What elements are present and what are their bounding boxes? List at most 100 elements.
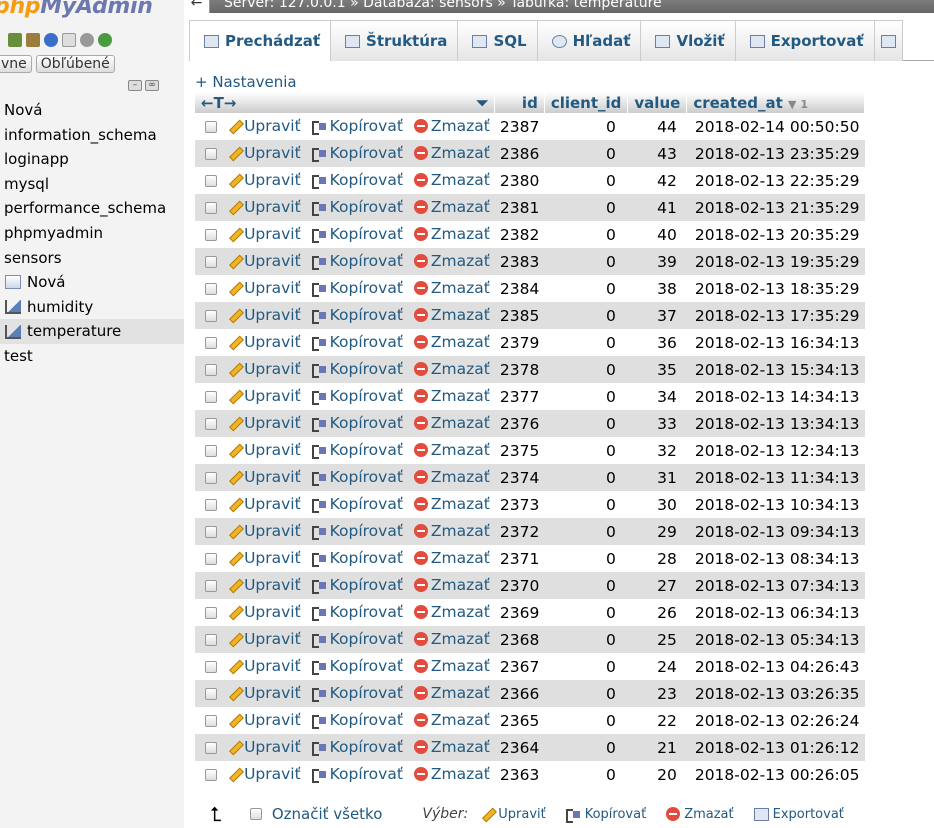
row-checkbox[interactable] [205,256,217,268]
cell-id[interactable]: 2376 [494,410,545,437]
cell-id[interactable]: 2369 [494,599,545,626]
copy-link[interactable]: Kopírovať [311,603,403,621]
cell-value[interactable]: 32 [627,437,687,464]
copy-link[interactable]: Kopírovať [311,441,403,459]
row-checkbox[interactable] [205,418,217,430]
cell-created-at[interactable]: 2018-02-13 10:34:13 [686,491,865,518]
row-checkbox[interactable] [205,283,217,295]
delete-link[interactable]: Zmazať [413,738,490,756]
table-row[interactable]: Upraviť Kopírovať Zmazať 2372 0 29 2018-02-1… [195,518,865,545]
tree-item-phpmyadmin[interactable]: phpmyadmin [0,221,184,246]
tree-item-humidity[interactable]: humidity [0,295,184,320]
check-all-label[interactable]: Označiť všetko [272,805,383,823]
edit-link[interactable]: Upraviť [227,603,301,621]
delete-link[interactable]: Zmazať [413,306,490,324]
cell-id[interactable]: 2366 [494,680,545,707]
row-checkbox[interactable] [205,553,217,565]
cell-client-id[interactable]: 0 [544,113,628,140]
table-row[interactable]: Upraviť Kopírovať Zmazať 2363 0 20 2018-02-1… [195,761,865,788]
cell-value[interactable]: 29 [627,518,687,545]
cell-id[interactable]: 2378 [494,356,545,383]
cell-client-id[interactable]: 0 [544,491,628,518]
edit-link[interactable]: Upraviť [227,333,301,351]
cell-created-at[interactable]: 2018-02-13 11:34:13 [686,464,865,491]
cell-value[interactable]: 37 [627,302,687,329]
cell-id[interactable]: 2382 [494,221,545,248]
edit-link[interactable]: Upraviť [227,630,301,648]
tree-item-information-schema[interactable]: information_schema [0,123,184,148]
cell-client-id[interactable]: 0 [544,707,628,734]
cell-id[interactable]: 2363 [494,761,545,788]
copy-link[interactable]: Kopírovať [311,738,403,756]
favorites-button[interactable]: Obľúbené [35,55,115,73]
edit-link[interactable]: Upraviť [227,252,301,270]
copy-link[interactable]: Kopírovať [311,657,403,675]
table-row[interactable]: Upraviť Kopírovať Zmazať 2376 0 33 2018-02-1… [195,410,865,437]
tree-item-temperature[interactable]: temperature [0,319,184,344]
cell-id[interactable]: 2386 [494,140,545,167]
cell-client-id[interactable]: 0 [544,437,628,464]
delete-link[interactable]: Zmazať [413,495,490,513]
copy-link[interactable]: Kopírovať [311,522,403,540]
delete-link[interactable]: Zmazať [413,198,490,216]
edit-link[interactable]: Upraviť [227,387,301,405]
bulk-export-button[interactable]: Exportovať [753,807,844,822]
cell-client-id[interactable]: 0 [544,167,628,194]
copy-link[interactable]: Kopírovať [311,576,403,594]
cell-value[interactable]: 33 [627,410,687,437]
tree-item-new-table[interactable]: Nová [0,270,184,295]
cell-value[interactable]: 31 [627,464,687,491]
row-checkbox[interactable] [205,526,217,538]
copy-link[interactable]: Kopírovať [311,198,403,216]
edit-link[interactable]: Upraviť [227,171,301,189]
delete-link[interactable]: Zmazať [413,468,490,486]
cell-id[interactable]: 2387 [494,113,545,140]
cell-id[interactable]: 2371 [494,545,545,572]
cell-id[interactable]: 2367 [494,653,545,680]
tab-insert[interactable]: Vložiť [641,20,736,61]
row-checkbox[interactable] [205,310,217,322]
copy-link[interactable]: Kopírovať [311,171,403,189]
column-header-created-at[interactable]: created_at ▼ 1 [686,92,865,113]
edit-link[interactable]: Upraviť [227,549,301,567]
row-checkbox[interactable] [205,472,217,484]
cell-created-at[interactable]: 2018-02-13 19:35:29 [686,248,865,275]
table-row[interactable]: Upraviť Kopírovať Zmazať 2386 0 43 2018-02-1… [195,140,865,167]
cell-id[interactable]: 2372 [494,518,545,545]
settings-link[interactable]: + Nastavenia [195,73,297,91]
delete-link[interactable]: Zmazať [413,522,490,540]
tree-item-mysql[interactable]: mysql [0,172,184,197]
delete-link[interactable]: Zmazať [413,117,490,135]
delete-link[interactable]: Zmazať [413,549,490,567]
tree-item-loginapp[interactable]: loginapp [0,147,184,172]
cell-client-id[interactable]: 0 [544,572,628,599]
delete-link[interactable]: Zmazať [413,657,490,675]
cell-created-at[interactable]: 2018-02-13 03:26:35 [686,680,865,707]
edit-link[interactable]: Upraviť [227,414,301,432]
row-checkbox[interactable] [205,742,217,754]
table-row[interactable]: Upraviť Kopírovať Zmazať 2384 0 38 2018-02-1… [195,275,865,302]
collapse-all-icon[interactable]: – [128,80,142,91]
cell-created-at[interactable]: 2018-02-13 23:35:29 [686,140,865,167]
delete-link[interactable]: Zmazať [413,333,490,351]
column-chooser-icon[interactable]: ⏷ [476,94,488,112]
edit-link[interactable]: Upraviť [227,306,301,324]
edit-link[interactable]: Upraviť [227,657,301,675]
row-checkbox[interactable] [205,661,217,673]
row-checkbox[interactable] [205,202,217,214]
copy-link[interactable]: Kopírovať [311,468,403,486]
column-arrows-icon[interactable]: ←T→ [201,94,236,112]
column-header-client-id[interactable]: client_id [544,92,629,113]
cell-created-at[interactable]: 2018-02-14 00:50:50 [686,113,865,140]
cell-created-at[interactable]: 2018-02-13 08:34:13 [686,545,865,572]
cell-value[interactable]: 26 [627,599,687,626]
tab-sql[interactable]: SQL [458,20,538,61]
column-header-value[interactable]: value [627,92,688,113]
exit-icon[interactable] [26,33,40,47]
cell-id[interactable]: 2370 [494,572,545,599]
cell-client-id[interactable]: 0 [544,545,628,572]
cell-id[interactable]: 2375 [494,437,545,464]
copy-link[interactable]: Kopírovať [311,279,403,297]
back-arrow-icon[interactable]: ← [184,0,210,13]
row-checkbox[interactable] [205,148,217,160]
